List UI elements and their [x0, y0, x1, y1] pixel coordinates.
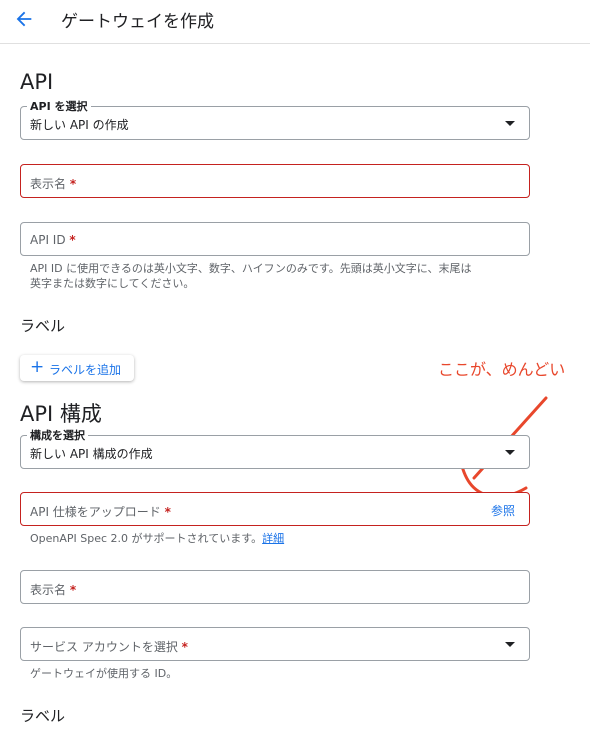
api-display-name-placeholder: 表示名	[30, 177, 67, 191]
plus-icon: +	[30, 357, 45, 377]
spec-upload-placeholder: API 仕様をアップロード	[30, 505, 161, 519]
dropdown-arrow-icon[interactable]	[505, 450, 515, 455]
service-account-hint: ゲートウェイが使用する ID。	[30, 667, 178, 680]
api-id-field[interactable]: API ID *	[20, 222, 530, 256]
dropdown-arrow-icon[interactable]	[505, 642, 515, 647]
page-title: ゲートウェイを作成	[61, 12, 214, 32]
config-select-value: 新しい API 構成の作成	[30, 447, 153, 461]
annotation-text: ここが、めんどい	[438, 360, 566, 379]
config-section-heading: API 構成	[20, 402, 102, 426]
api-display-name-field[interactable]: 表示名 *	[20, 164, 530, 198]
api-id-hint-line2: 英字または数字にしてください。	[30, 277, 195, 290]
page-header: ゲートウェイを作成	[0, 0, 590, 44]
config-select-label: 構成を選択	[27, 427, 88, 443]
learn-more-link[interactable]: 詳細	[262, 532, 284, 545]
config-labels-heading: ラベル	[20, 707, 66, 725]
config-display-name-placeholder: 表示名	[30, 583, 67, 597]
api-id-hint-line1: API ID に使用できるのは英小文字、数字、ハイフンのみです。先頭は英小文字に…	[30, 262, 472, 275]
api-id-hint: API ID に使用できるのは英小文字、数字、ハイフンのみです。先頭は英小文字に…	[30, 261, 471, 291]
spec-hint-text: OpenAPI Spec 2.0 がサポートされています。	[30, 532, 263, 545]
spec-hint: OpenAPI Spec 2.0 がサポートされています。詳細	[30, 531, 284, 546]
required-marker: *	[69, 177, 77, 191]
api-select-value: 新しい API の作成	[30, 118, 129, 132]
api-id-placeholder: API ID	[30, 233, 66, 247]
add-label-button-label: ラベルを追加	[49, 363, 122, 377]
config-select[interactable]: 構成を選択 新しい API 構成の作成	[20, 427, 530, 469]
browse-button[interactable]: 参照	[491, 502, 515, 519]
required-marker: *	[69, 233, 76, 247]
api-select-label: API を選択	[27, 98, 91, 114]
service-account-select[interactable]: サービス アカウントを選択 *	[20, 627, 530, 661]
required-marker: *	[181, 640, 188, 654]
api-labels-heading: ラベル	[20, 317, 66, 335]
service-account-placeholder: サービス アカウントを選択	[30, 640, 178, 654]
spec-upload-field[interactable]: API 仕様をアップロード * 参照	[20, 492, 530, 526]
required-marker: *	[69, 583, 77, 597]
add-label-button[interactable]: + ラベルを追加	[20, 355, 134, 381]
arrow-left-icon[interactable]	[13, 8, 35, 30]
dropdown-arrow-icon[interactable]	[505, 121, 515, 126]
api-select[interactable]: API を選択 新しい API の作成	[20, 98, 530, 140]
required-marker: *	[164, 505, 171, 519]
api-section-heading: API	[20, 70, 54, 94]
config-display-name-field[interactable]: 表示名 *	[20, 570, 530, 604]
